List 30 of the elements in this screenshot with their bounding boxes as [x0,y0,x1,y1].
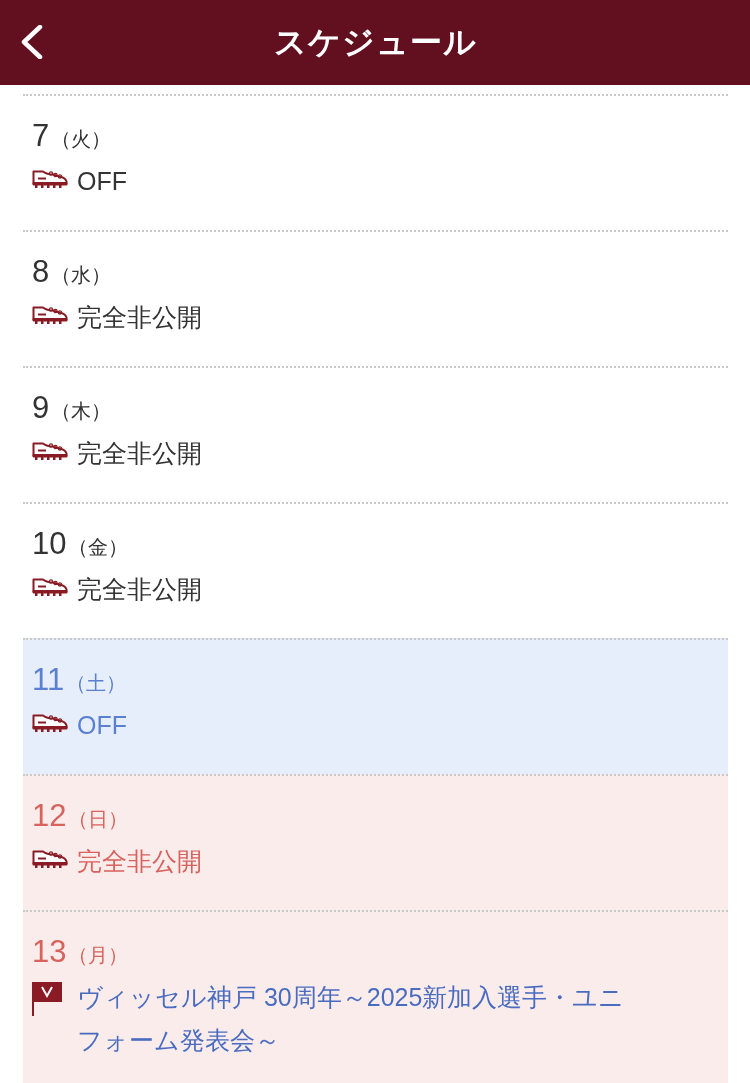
event-text: OFF [77,166,127,197]
shoe-icon [32,442,68,460]
weekday-label: （金） [68,535,129,560]
day-number: 9 [32,389,50,427]
event-text: 完全非公開 [77,574,202,605]
day-number: 7 [32,117,50,155]
event-text: 完全非公開 [77,846,202,877]
shoe-icon [32,850,68,868]
shoe-icon [32,714,68,732]
day-number: 8 [32,253,50,291]
shoe-icon [32,170,68,188]
event-text: OFF [77,710,127,741]
weekday-label: （月） [68,943,129,968]
weekday-label: （火） [51,127,112,152]
shoe-icon [32,306,68,324]
shoe-icon [32,578,68,596]
event-text: 完全非公開 [77,302,202,333]
event-link[interactable]: ヴィッセル神戸 30周年～2025新加入選手・ユニフォーム発表会～ [77,976,639,1062]
day-number: 13 [32,933,67,971]
weekday-label: （木） [51,399,112,424]
event-text: 完全非公開 [77,438,202,469]
day-number: 12 [32,797,67,835]
weekday-label: （日） [68,807,129,832]
chevron-left-icon [20,25,44,59]
day-number: 11 [32,661,65,699]
screen-title: スケジュール [273,22,477,62]
weekday-label: （水） [51,263,112,288]
flag-icon [32,982,62,1016]
day-number: 10 [32,525,67,563]
weekday-label: （土） [66,671,127,696]
